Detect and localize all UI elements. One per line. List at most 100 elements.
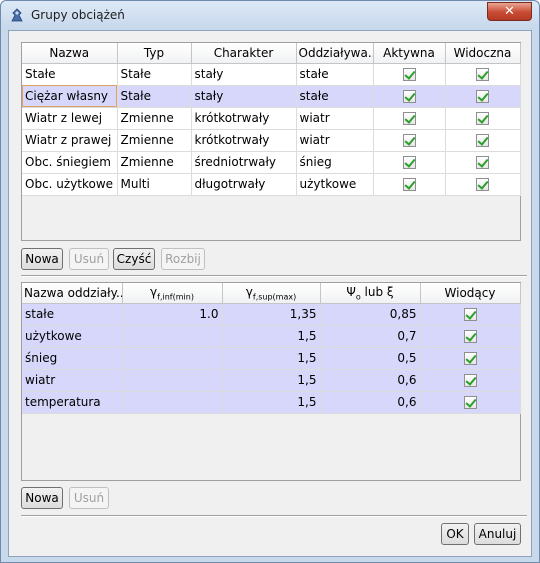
widoczna-checkbox[interactable]	[476, 90, 489, 103]
table-row[interactable]: Wiatr z lewej Zmienne krótkotrwały wiatr	[22, 107, 521, 130]
cell-gamma-inf[interactable]	[122, 391, 223, 414]
cell-psi[interactable]: 0,6	[320, 369, 421, 392]
cell-psi[interactable]: 0,85	[320, 303, 421, 326]
cell-oddzialywanie[interactable]: wiatr	[296, 129, 374, 152]
table-row[interactable]: stałe 1.0 1,35 0,85	[22, 303, 521, 326]
table-row-selected[interactable]: Ciężar własny Stałe stały stałe	[22, 85, 521, 108]
window-title: Grupy obciążeń	[31, 8, 125, 22]
cell-gamma-sup[interactable]: 1,5	[222, 347, 321, 370]
table-row[interactable]: Obc. śniegiem Zmienne średniotrwały śnie…	[22, 151, 521, 174]
split-button[interactable]: Rozbij	[161, 248, 205, 270]
cell-charakter[interactable]: średniotrwały	[191, 151, 297, 174]
actions-header-row: Nazwa oddziały... γf,inf(min) γf,sup(max…	[22, 283, 521, 304]
column-header-charakter[interactable]: Charakter	[191, 43, 297, 64]
leading-checkbox[interactable]	[463, 308, 477, 321]
widoczna-checkbox[interactable]	[476, 112, 489, 125]
cell-gamma-sup[interactable]: 1,35	[222, 303, 321, 326]
widoczna-checkbox[interactable]	[476, 68, 489, 81]
column-header-typ[interactable]: Typ	[117, 43, 192, 64]
leading-checkbox[interactable]	[463, 330, 477, 343]
cell-action-name[interactable]: śnieg	[22, 347, 123, 370]
table-row[interactable]: wiatr 1,5 0,6	[22, 369, 521, 392]
new-group-button[interactable]: Nowa	[21, 248, 63, 270]
leading-checkbox[interactable]	[463, 396, 477, 409]
cell-gamma-sup[interactable]: 1,5	[222, 325, 321, 348]
cell-gamma-inf[interactable]	[122, 369, 223, 392]
table-row[interactable]: Obc. użytkowe Multi długotrwały użytkowe	[22, 173, 521, 196]
cell-oddzialywanie[interactable]: śnieg	[296, 151, 374, 174]
psi-symbol: Ψ	[346, 284, 356, 299]
section-divider	[21, 275, 527, 277]
cancel-button[interactable]: Anuluj	[474, 523, 521, 545]
table-row[interactable]: Wiatr z prawej Zmienne krótkotrwały wiat…	[22, 129, 521, 152]
title-bar[interactable]: Grupy obciążeń ✕	[1, 1, 539, 29]
cell-charakter[interactable]: długotrwały	[191, 173, 297, 196]
cell-action-name[interactable]: użytkowe	[22, 325, 123, 348]
aktywna-checkbox[interactable]	[402, 112, 416, 125]
column-header-oddzialywanie[interactable]: Oddziaływa...	[296, 43, 374, 64]
ok-button[interactable]: OK	[441, 523, 469, 545]
column-header-nazwa[interactable]: Nazwa	[22, 43, 118, 64]
cell-nazwa[interactable]: Ciężar własny	[22, 85, 118, 108]
cell-gamma-sup[interactable]: 1,5	[222, 391, 321, 414]
cell-gamma-inf[interactable]: 1.0	[122, 303, 223, 326]
column-header-widoczna[interactable]: Widoczna	[445, 43, 521, 64]
cell-psi[interactable]: 0,7	[320, 325, 421, 348]
cell-nazwa[interactable]: Wiatr z prawej	[22, 129, 118, 152]
cell-charakter[interactable]: stały	[191, 85, 297, 108]
widoczna-checkbox[interactable]	[476, 134, 489, 147]
widoczna-checkbox[interactable]	[476, 156, 489, 169]
leading-checkbox[interactable]	[463, 352, 477, 365]
cell-typ[interactable]: Zmienne	[117, 151, 192, 174]
aktywna-checkbox[interactable]	[402, 68, 416, 81]
close-button[interactable]: ✕	[487, 2, 532, 21]
cell-typ[interactable]: Zmienne	[117, 129, 192, 152]
column-header-gamma-sup[interactable]: γf,sup(max)	[222, 283, 321, 304]
leading-checkbox[interactable]	[463, 374, 477, 387]
gamma-symbol: γ	[245, 284, 253, 299]
cell-typ[interactable]: Stałe	[117, 85, 192, 108]
cell-nazwa[interactable]: Obc. śniegiem	[22, 151, 118, 174]
column-header-aktywna[interactable]: Aktywna	[373, 43, 446, 64]
cell-charakter[interactable]: krótkotrwały	[191, 107, 297, 130]
cell-oddzialywanie[interactable]: stałe	[296, 85, 374, 108]
delete-action-button[interactable]: Usuń	[69, 487, 109, 509]
column-header-action-name[interactable]: Nazwa oddziały...	[22, 283, 123, 304]
clear-button[interactable]: Czyść	[113, 248, 155, 270]
cell-gamma-inf[interactable]	[122, 347, 223, 370]
groups-header-row: Nazwa Typ Charakter Oddziaływa... Aktywn…	[22, 43, 521, 64]
dialog-window: Grupy obciążeń ✕ Nazwa Typ Charakter Odd…	[0, 0, 540, 563]
cell-gamma-inf[interactable]	[122, 325, 223, 348]
cell-typ[interactable]: Multi	[117, 173, 192, 196]
cell-psi[interactable]: 0,6	[320, 391, 421, 414]
column-header-psi[interactable]: Ψo lub ξ	[320, 283, 421, 304]
cell-typ[interactable]: Stałe	[117, 63, 192, 86]
cell-oddzialywanie[interactable]: użytkowe	[296, 173, 374, 196]
column-header-gamma-inf[interactable]: γf,inf(min)	[122, 283, 223, 304]
delete-group-button[interactable]: Usuń	[69, 248, 109, 270]
cell-charakter[interactable]: krótkotrwały	[191, 129, 297, 152]
cell-typ[interactable]: Zmienne	[117, 107, 192, 130]
cell-oddzialywanie[interactable]: stałe	[296, 63, 374, 86]
aktywna-checkbox[interactable]	[402, 90, 416, 103]
cell-psi[interactable]: 0,5	[320, 347, 421, 370]
cell-nazwa[interactable]: Obc. użytkowe	[22, 173, 118, 196]
cell-action-name[interactable]: wiatr	[22, 369, 123, 392]
column-header-leading[interactable]: Wiodący	[420, 283, 521, 304]
cell-action-name[interactable]: stałe	[22, 303, 123, 326]
table-row[interactable]: użytkowe 1,5 0,7	[22, 325, 521, 348]
aktywna-checkbox[interactable]	[402, 178, 416, 191]
cell-nazwa[interactable]: Wiatr z lewej	[22, 107, 118, 130]
aktywna-checkbox[interactable]	[402, 156, 416, 169]
cell-charakter[interactable]: stały	[191, 63, 297, 86]
table-row[interactable]: śnieg 1,5 0,5	[22, 347, 521, 370]
cell-nazwa[interactable]: Stałe	[22, 63, 118, 86]
new-action-button[interactable]: Nowa	[21, 487, 63, 509]
cell-oddzialywanie[interactable]: wiatr	[296, 107, 374, 130]
aktywna-checkbox[interactable]	[402, 134, 416, 147]
cell-action-name[interactable]: temperatura	[22, 391, 123, 414]
table-row[interactable]: temperatura 1,5 0,6	[22, 391, 521, 414]
table-row[interactable]: Stałe Stałe stały stałe	[22, 63, 521, 86]
cell-gamma-sup[interactable]: 1,5	[222, 369, 321, 392]
widoczna-checkbox[interactable]	[476, 178, 489, 191]
